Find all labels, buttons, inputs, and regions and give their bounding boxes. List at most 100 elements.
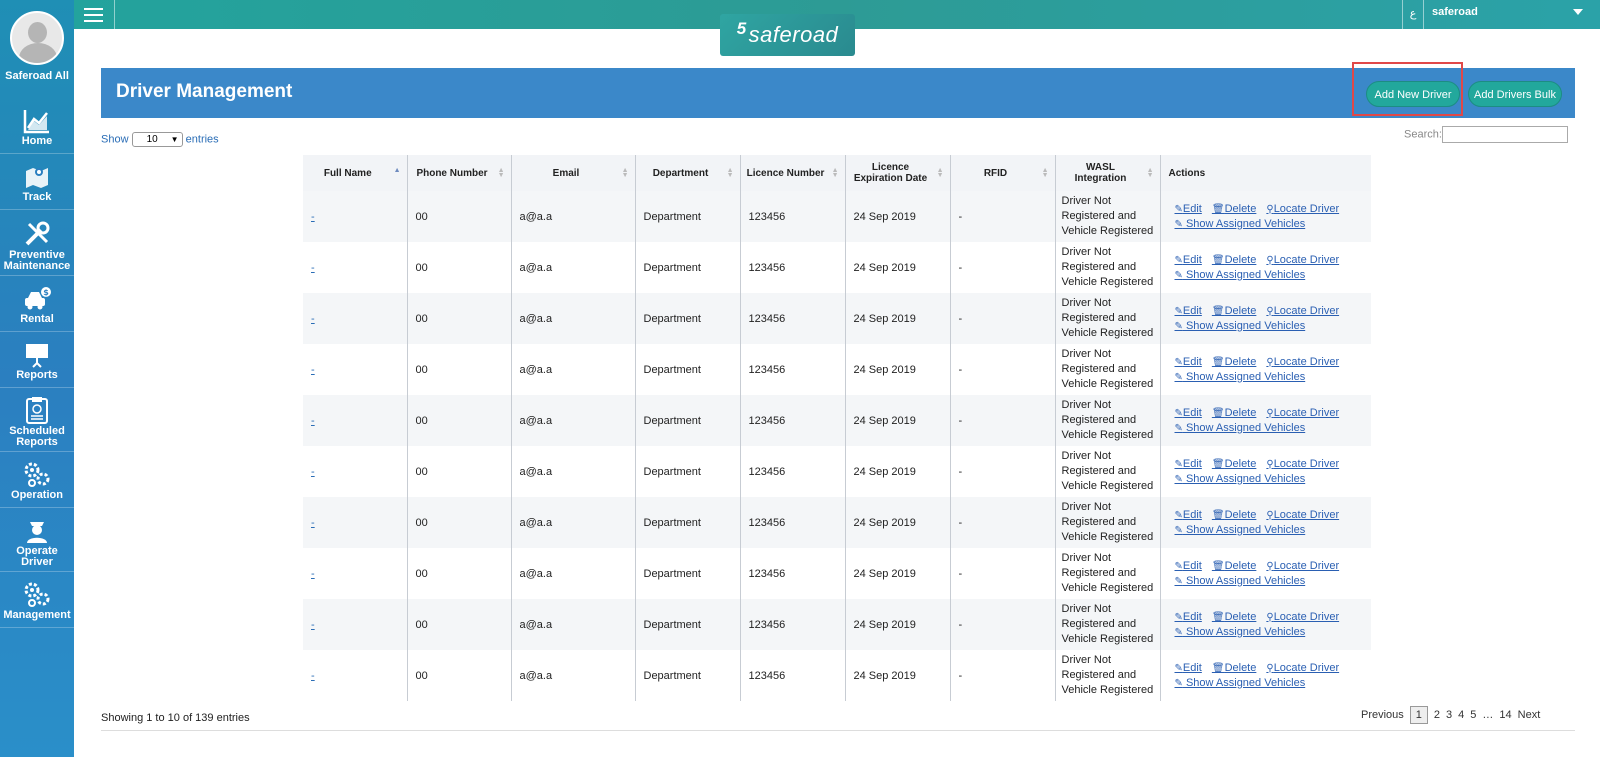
avatar[interactable]	[10, 11, 64, 65]
action-label: Locate Driver	[1273, 508, 1340, 521]
edit-icon: ✎	[1174, 458, 1183, 470]
nav-item-preventive-maintenance[interactable]: Preventive Maintenance	[0, 220, 74, 276]
search-input[interactable]	[1441, 126, 1568, 143]
column-header-full-name[interactable]: Full Name ▲	[303, 155, 408, 191]
driver-name-link[interactable]: -	[311, 466, 315, 478]
cell-actions: ✎Edit 🗑Delete ⚲Locate Driver ✎ Show Assigne…	[1160, 548, 1371, 599]
driver-name-link[interactable]: -	[311, 262, 315, 274]
add-drivers-bulk-button[interactable]: Add Drivers Bulk	[1468, 81, 1562, 107]
column-header-wasl-integration[interactable]: WASL Integration ▲ ▼	[1055, 155, 1161, 191]
action-label: Show Assigned Vehicles	[1182, 523, 1306, 536]
hamburger-menu-icon[interactable]	[84, 8, 103, 22]
driver-name-link[interactable]: -	[311, 364, 315, 376]
nav-item-operation[interactable]: Operation	[0, 462, 74, 508]
delete-driver-link[interactable]: 🗑Delete	[1212, 356, 1257, 368]
edit-driver-link[interactable]: ✎Edit	[1175, 254, 1202, 266]
edit-driver-link[interactable]: ✎Edit	[1175, 458, 1202, 470]
sort-icon: ▲ ▼	[936, 167, 944, 179]
driver-name-link[interactable]: -	[311, 670, 315, 682]
delete-driver-link[interactable]: 🗑Delete	[1212, 305, 1257, 317]
locate-driver-link[interactable]: ⚲Locate Driver	[1266, 458, 1339, 470]
driver-name-link[interactable]: -	[311, 211, 315, 223]
show-assigned-vehicles-link[interactable]: ✎ Show Assigned Vehicles	[1175, 218, 1306, 230]
column-header-department[interactable]: Department ▲ ▼	[635, 155, 741, 191]
delete-driver-link[interactable]: 🗑Delete	[1212, 611, 1257, 623]
show-assigned-vehicles-link[interactable]: ✎ Show Assigned Vehicles	[1175, 473, 1306, 485]
driver-name-link[interactable]: -	[311, 517, 315, 529]
locate-driver-link[interactable]: ⚲Locate Driver	[1266, 356, 1339, 368]
edit-icon: ✎	[1174, 320, 1183, 332]
column-header-email[interactable]: Email ▲ ▼	[511, 155, 636, 191]
show-assigned-vehicles-link[interactable]: ✎ Show Assigned Vehicles	[1175, 677, 1306, 689]
edit-driver-link[interactable]: ✎Edit	[1175, 203, 1202, 215]
show-assigned-vehicles-link[interactable]: ✎ Show Assigned Vehicles	[1175, 626, 1306, 638]
nav-label: Home	[21, 135, 53, 147]
column-header-phone-number[interactable]: Phone Number ▲ ▼	[407, 155, 512, 191]
delete-driver-link[interactable]: 🗑Delete	[1212, 407, 1257, 419]
locate-driver-link[interactable]: ⚲Locate Driver	[1266, 560, 1339, 572]
locate-driver-link[interactable]: ⚲Locate Driver	[1266, 254, 1339, 266]
trash-icon: 🗑	[1211, 203, 1225, 215]
action-label: Locate Driver	[1273, 559, 1340, 572]
pagination-page-button[interactable]: 2	[1434, 709, 1440, 721]
entries-label: entries	[185, 133, 219, 146]
edit-icon: ✎	[1174, 677, 1183, 689]
pagination-page-button[interactable]: 1	[1409, 706, 1428, 724]
driver-name-link[interactable]: -	[311, 415, 315, 427]
delete-driver-link[interactable]: 🗑Delete	[1212, 560, 1257, 572]
nav-item-track[interactable]: Track	[0, 164, 74, 210]
table-row: -00 a@a.a Department 123456 24 Sep 2019- Driv…	[303, 446, 1371, 497]
column-header-licence-expiration-date[interactable]: Licence Expiration Date ▲ ▼	[845, 155, 951, 191]
locate-driver-link[interactable]: ⚲Locate Driver	[1266, 611, 1339, 623]
column-header-licence-number[interactable]: Licence Number ▲ ▼	[740, 155, 846, 191]
column-label: WASL Integration	[1074, 162, 1127, 184]
delete-driver-link[interactable]: 🗑Delete	[1212, 254, 1257, 266]
edit-driver-link[interactable]: ✎Edit	[1175, 509, 1202, 521]
show-assigned-vehicles-link[interactable]: ✎ Show Assigned Vehicles	[1175, 422, 1306, 434]
locate-driver-link[interactable]: ⚲Locate Driver	[1266, 662, 1339, 674]
nav-item-home[interactable]: Home	[0, 108, 74, 154]
locate-driver-link[interactable]: ⚲Locate Driver	[1266, 203, 1339, 215]
pagination-page-button[interactable]: 14	[1499, 709, 1511, 721]
delete-driver-link[interactable]: 🗑Delete	[1212, 509, 1257, 521]
edit-driver-link[interactable]: ✎Edit	[1175, 611, 1202, 623]
delete-driver-link[interactable]: 🗑Delete	[1212, 458, 1257, 470]
pagination-page-button[interactable]: 4	[1458, 709, 1464, 721]
delete-driver-link[interactable]: 🗑Delete	[1212, 662, 1257, 674]
account-dropdown[interactable]: saferoad	[1430, 0, 1590, 29]
driver-name-link[interactable]: -	[311, 619, 315, 631]
locate-driver-link[interactable]: ⚲Locate Driver	[1266, 509, 1339, 521]
cell-wasl-integration: Driver Not Registered and Vehicle Regist…	[1055, 395, 1161, 446]
nav-item-rental[interactable]: $ Rental	[0, 286, 74, 332]
edit-driver-link[interactable]: ✎Edit	[1175, 662, 1202, 674]
show-assigned-vehicles-link[interactable]: ✎ Show Assigned Vehicles	[1175, 524, 1306, 536]
show-assigned-vehicles-link[interactable]: ✎ Show Assigned Vehicles	[1175, 269, 1306, 281]
pagination-page-button[interactable]: 5	[1470, 709, 1476, 721]
action-label: Show Assigned Vehicles	[1182, 268, 1306, 281]
locate-driver-link[interactable]: ⚲Locate Driver	[1266, 407, 1339, 419]
cell-department: Department	[635, 650, 741, 701]
show-assigned-vehicles-link[interactable]: ✎ Show Assigned Vehicles	[1175, 320, 1306, 332]
driver-name-link[interactable]: -	[311, 568, 315, 580]
edit-driver-link[interactable]: ✎Edit	[1175, 305, 1202, 317]
delete-driver-link[interactable]: 🗑Delete	[1212, 203, 1257, 215]
nav-item-management[interactable]: Management	[0, 582, 74, 628]
pagination-page-button[interactable]: 3	[1446, 709, 1452, 721]
edit-driver-link[interactable]: ✎Edit	[1175, 407, 1202, 419]
nav-item-operate-driver[interactable]: Operate Driver	[0, 516, 74, 572]
nav-item-reports[interactable]: Reports	[0, 342, 74, 388]
show-assigned-vehicles-link[interactable]: ✎ Show Assigned Vehicles	[1175, 575, 1306, 587]
entries-select[interactable]: 10	[131, 132, 183, 147]
pagination-previous-button[interactable]: Previous	[1361, 709, 1404, 721]
cell-wasl-integration: Driver Not Registered and Vehicle Regist…	[1055, 599, 1161, 650]
edit-driver-link[interactable]: ✎Edit	[1175, 560, 1202, 572]
pagination-next-button[interactable]: Next	[1518, 709, 1541, 721]
nav-item-scheduled-reports[interactable]: Scheduled Reports	[0, 396, 74, 452]
pagination-page-button[interactable]: …	[1482, 709, 1493, 721]
locate-driver-link[interactable]: ⚲Locate Driver	[1266, 305, 1339, 317]
driver-name-link[interactable]: -	[311, 313, 315, 325]
edit-driver-link[interactable]: ✎Edit	[1175, 356, 1202, 368]
show-assigned-vehicles-link[interactable]: ✎ Show Assigned Vehicles	[1175, 371, 1306, 383]
language-toggle[interactable]: ع	[1402, 0, 1424, 29]
column-header-rfid[interactable]: RFID ▲ ▼	[950, 155, 1056, 191]
